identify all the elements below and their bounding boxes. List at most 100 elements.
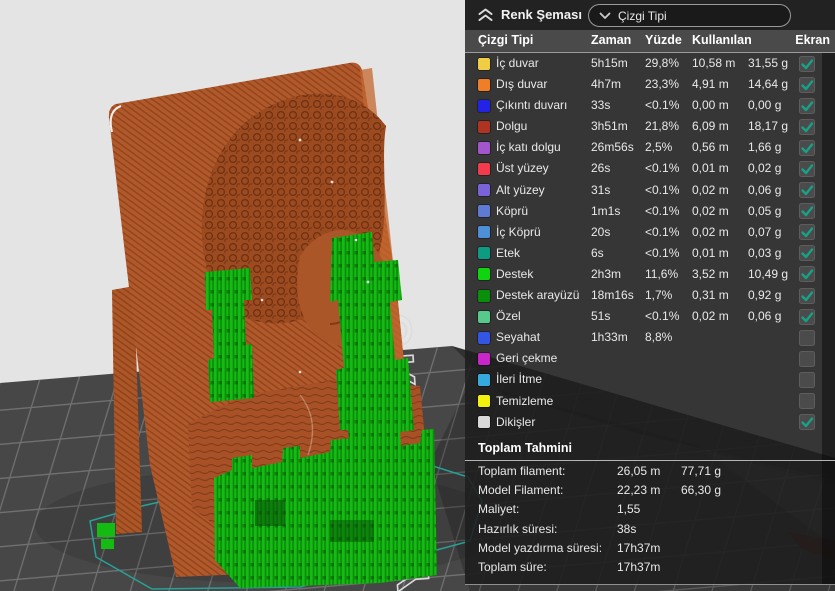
used-weight-value: 18,17 g xyxy=(748,116,788,137)
table-row: İç Köprü 20s <0.1% 0,02 m 0,07 g xyxy=(465,222,835,243)
percent-value: <0.1% xyxy=(645,180,679,201)
line-type-color-swatch xyxy=(478,416,490,428)
percent-value: 1,7% xyxy=(645,285,672,306)
used-weight-value: 0,92 g xyxy=(748,285,781,306)
visibility-checkbox[interactable] xyxy=(799,56,815,72)
line-type-color-swatch xyxy=(478,268,490,280)
percent-value: 23,3% xyxy=(645,74,679,95)
time-value: 31s xyxy=(591,180,610,201)
check-icon xyxy=(800,99,814,113)
used-length-value: 0,02 m xyxy=(692,201,729,222)
line-type-label: Dış duvar xyxy=(496,74,547,95)
percent-value: <0.1% xyxy=(645,201,679,222)
line-type-color-swatch xyxy=(478,100,490,112)
used-length-value: 4,91 m xyxy=(692,74,729,95)
line-type-color-swatch xyxy=(478,353,490,365)
time-value: 1h33m xyxy=(591,327,628,348)
table-row: Çıkıntı duvarı 33s <0.1% 0,00 m 0,00 g xyxy=(465,95,835,116)
line-type-color-swatch xyxy=(478,163,490,175)
used-length-value: 0,02 m xyxy=(692,306,729,327)
totals-section: Toplam Tahmini Toplam filament: 26,05 m … xyxy=(465,433,835,577)
visibility-checkbox[interactable] xyxy=(799,266,815,282)
header-time: Zaman xyxy=(591,30,631,51)
line-type-label: Geri çekme xyxy=(496,348,557,369)
line-type-color-swatch xyxy=(478,226,490,238)
time-value: 51s xyxy=(591,306,610,327)
used-weight-value: 1,66 g xyxy=(748,137,781,158)
visibility-checkbox[interactable] xyxy=(799,288,815,304)
visibility-checkbox[interactable] xyxy=(799,119,815,135)
used-length-value: 0,00 m xyxy=(692,95,729,116)
used-weight-value: 10,49 g xyxy=(748,264,788,285)
visibility-checkbox[interactable] xyxy=(799,98,815,114)
check-icon xyxy=(800,162,814,176)
total-label: Toplam filament: xyxy=(478,461,565,482)
table-row: Seyahat 1h33m 8,8% xyxy=(465,327,835,348)
visibility-checkbox[interactable] xyxy=(799,140,815,156)
visibility-checkbox[interactable] xyxy=(799,393,815,409)
visibility-checkbox[interactable] xyxy=(799,245,815,261)
table-row: Destek arayüzü 18m16s 1,7% 0,31 m 0,92 g xyxy=(465,285,835,306)
total-value-1: 17h37m xyxy=(617,557,660,578)
chevron-down-icon xyxy=(599,12,611,20)
visibility-checkbox[interactable] xyxy=(799,309,815,325)
line-type-label: Özel xyxy=(496,306,521,327)
check-icon xyxy=(800,204,814,218)
visibility-checkbox[interactable] xyxy=(799,203,815,219)
check-icon xyxy=(800,267,814,281)
visibility-checkbox[interactable] xyxy=(799,414,815,430)
time-value: 18m16s xyxy=(591,285,634,306)
line-type-color-swatch xyxy=(478,311,490,323)
line-type-label: Köprü xyxy=(496,201,528,222)
used-weight-value: 0,06 g xyxy=(748,180,781,201)
table-row: Dikişler xyxy=(465,412,835,433)
percent-value: <0.1% xyxy=(645,158,679,179)
table-row: Üst yüzey 26s <0.1% 0,01 m 0,02 g xyxy=(465,158,835,179)
table-row: Destek 2h3m 11,6% 3,52 m 10,49 g xyxy=(465,264,835,285)
visibility-checkbox[interactable] xyxy=(799,330,815,346)
color-scheme-dropdown[interactable]: Çizgi Tipi xyxy=(588,4,791,27)
total-label: Hazırlık süresi: xyxy=(478,519,557,540)
used-weight-value: 14,64 g xyxy=(748,74,788,95)
visibility-checkbox[interactable] xyxy=(799,77,815,93)
line-type-label: Alt yüzey xyxy=(496,180,545,201)
visibility-checkbox[interactable] xyxy=(799,182,815,198)
percent-value: 8,8% xyxy=(645,327,672,348)
table-row: Dolgu 3h51m 21,8% 6,09 m 18,17 g xyxy=(465,116,835,137)
table-row: Dış duvar 4h7m 23,3% 4,91 m 14,64 g xyxy=(465,74,835,95)
line-type-color-swatch xyxy=(478,290,490,302)
total-value-1: 22,23 m xyxy=(617,480,660,501)
time-value: 1m1s xyxy=(591,201,620,222)
used-weight-value: 31,55 g xyxy=(748,53,788,74)
table-row: Köprü 1m1s <0.1% 0,02 m 0,05 g xyxy=(465,201,835,222)
table-row: Alt yüzey 31s <0.1% 0,02 m 0,06 g xyxy=(465,180,835,201)
time-value: 6s xyxy=(591,243,604,264)
header-line-type: Çizgi Tipi xyxy=(478,30,533,51)
visibility-checkbox[interactable] xyxy=(799,224,815,240)
percent-value: 2,5% xyxy=(645,137,672,158)
color-scheme-panel: Renk Şeması Çizgi Tipi Çizgi Tipi Zaman … xyxy=(465,0,835,585)
time-value: 4h7m xyxy=(591,74,621,95)
total-value-2: 66,30 g xyxy=(681,480,721,501)
used-weight-value: 0,02 g xyxy=(748,158,781,179)
percent-value: 29,8% xyxy=(645,53,679,74)
used-length-value: 0,01 m xyxy=(692,158,729,179)
total-value-2: 77,71 g xyxy=(681,461,721,482)
line-type-color-swatch xyxy=(478,58,490,70)
time-value: 2h3m xyxy=(591,264,621,285)
line-type-label: İç katı dolgu xyxy=(496,137,561,158)
used-weight-value: 0,07 g xyxy=(748,222,781,243)
line-type-label: Çıkıntı duvarı xyxy=(496,95,567,116)
used-weight-value: 0,03 g xyxy=(748,243,781,264)
line-type-color-swatch xyxy=(478,395,490,407)
visibility-checkbox[interactable] xyxy=(799,351,815,367)
visibility-checkbox[interactable] xyxy=(799,161,815,177)
table-row: İç duvar 5h15m 29,8% 10,58 m 31,55 g xyxy=(465,53,835,74)
header-percent: Yüzde xyxy=(645,30,682,51)
used-length-value: 0,02 m xyxy=(692,180,729,201)
line-type-label: Etek xyxy=(496,243,520,264)
collapse-panel-icon[interactable] xyxy=(477,7,494,23)
visibility-checkbox[interactable] xyxy=(799,372,815,388)
total-row: Model Filament: 22,23 m 66,30 g xyxy=(465,480,835,499)
time-value: 20s xyxy=(591,222,610,243)
